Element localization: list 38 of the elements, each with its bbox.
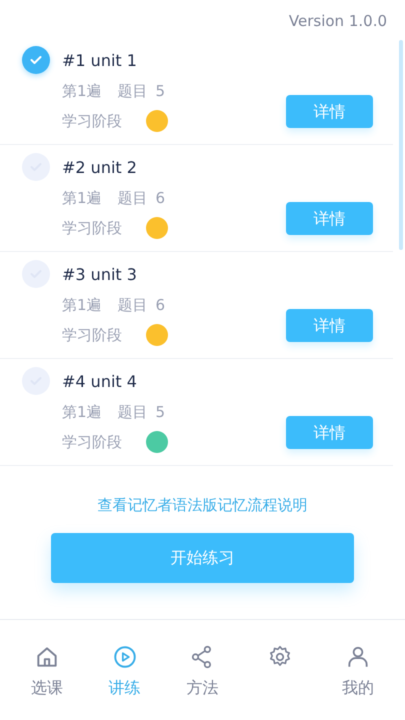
pass-label: 第1遍 — [62, 188, 102, 209]
count-value: 5 — [156, 81, 166, 102]
stage-label: 学习阶段 — [62, 218, 122, 239]
checkbox[interactable] — [22, 46, 50, 74]
stage-label: 学习阶段 — [62, 432, 122, 453]
play-icon[interactable] — [112, 644, 138, 670]
version-label: Version 1.0.0 — [288, 11, 388, 32]
details-button[interactable]: 详情 — [286, 95, 373, 128]
pass-label: 第1遍 — [62, 81, 102, 102]
unit-title: #2 unit 2 — [62, 157, 138, 179]
details-button[interactable]: 详情 — [286, 309, 373, 342]
info-link[interactable]: 查看记忆者语法版记忆流程说明 — [98, 494, 308, 516]
count-label: 题目 — [118, 295, 148, 316]
count-label: 题目 — [118, 81, 148, 102]
pass-label: 第1遍 — [62, 402, 102, 423]
scrollbar[interactable] — [399, 40, 403, 250]
details-button[interactable]: 详情 — [286, 416, 373, 449]
checkbox[interactable] — [22, 367, 50, 395]
pass-label: 第1遍 — [62, 295, 102, 316]
tab[interactable]: 我的 — [328, 644, 388, 720]
details-button[interactable]: 详情 — [286, 202, 373, 235]
start-button[interactable]: 开始练习 — [51, 532, 354, 582]
unit-title: #4 unit 4 — [62, 371, 138, 393]
count-value: 6 — [156, 188, 166, 209]
tab[interactable]: 选课 — [16, 644, 77, 720]
stage-label: 学习阶段 — [62, 325, 122, 346]
tab[interactable]: 方法 — [172, 644, 232, 720]
unit-title: #3 unit 3 — [62, 264, 138, 286]
unit-title: #1 unit 1 — [62, 50, 138, 72]
stage-label: 学习阶段 — [62, 111, 122, 132]
count-value: 5 — [156, 402, 166, 423]
checkbox[interactable] — [22, 260, 50, 288]
count-label: 题目 — [118, 188, 148, 209]
count-value: 6 — [156, 295, 166, 316]
check-icon — [30, 55, 42, 65]
checkbox[interactable] — [22, 153, 50, 181]
count-label: 题目 — [118, 402, 148, 423]
tab[interactable]: 讲练 — [94, 644, 155, 720]
